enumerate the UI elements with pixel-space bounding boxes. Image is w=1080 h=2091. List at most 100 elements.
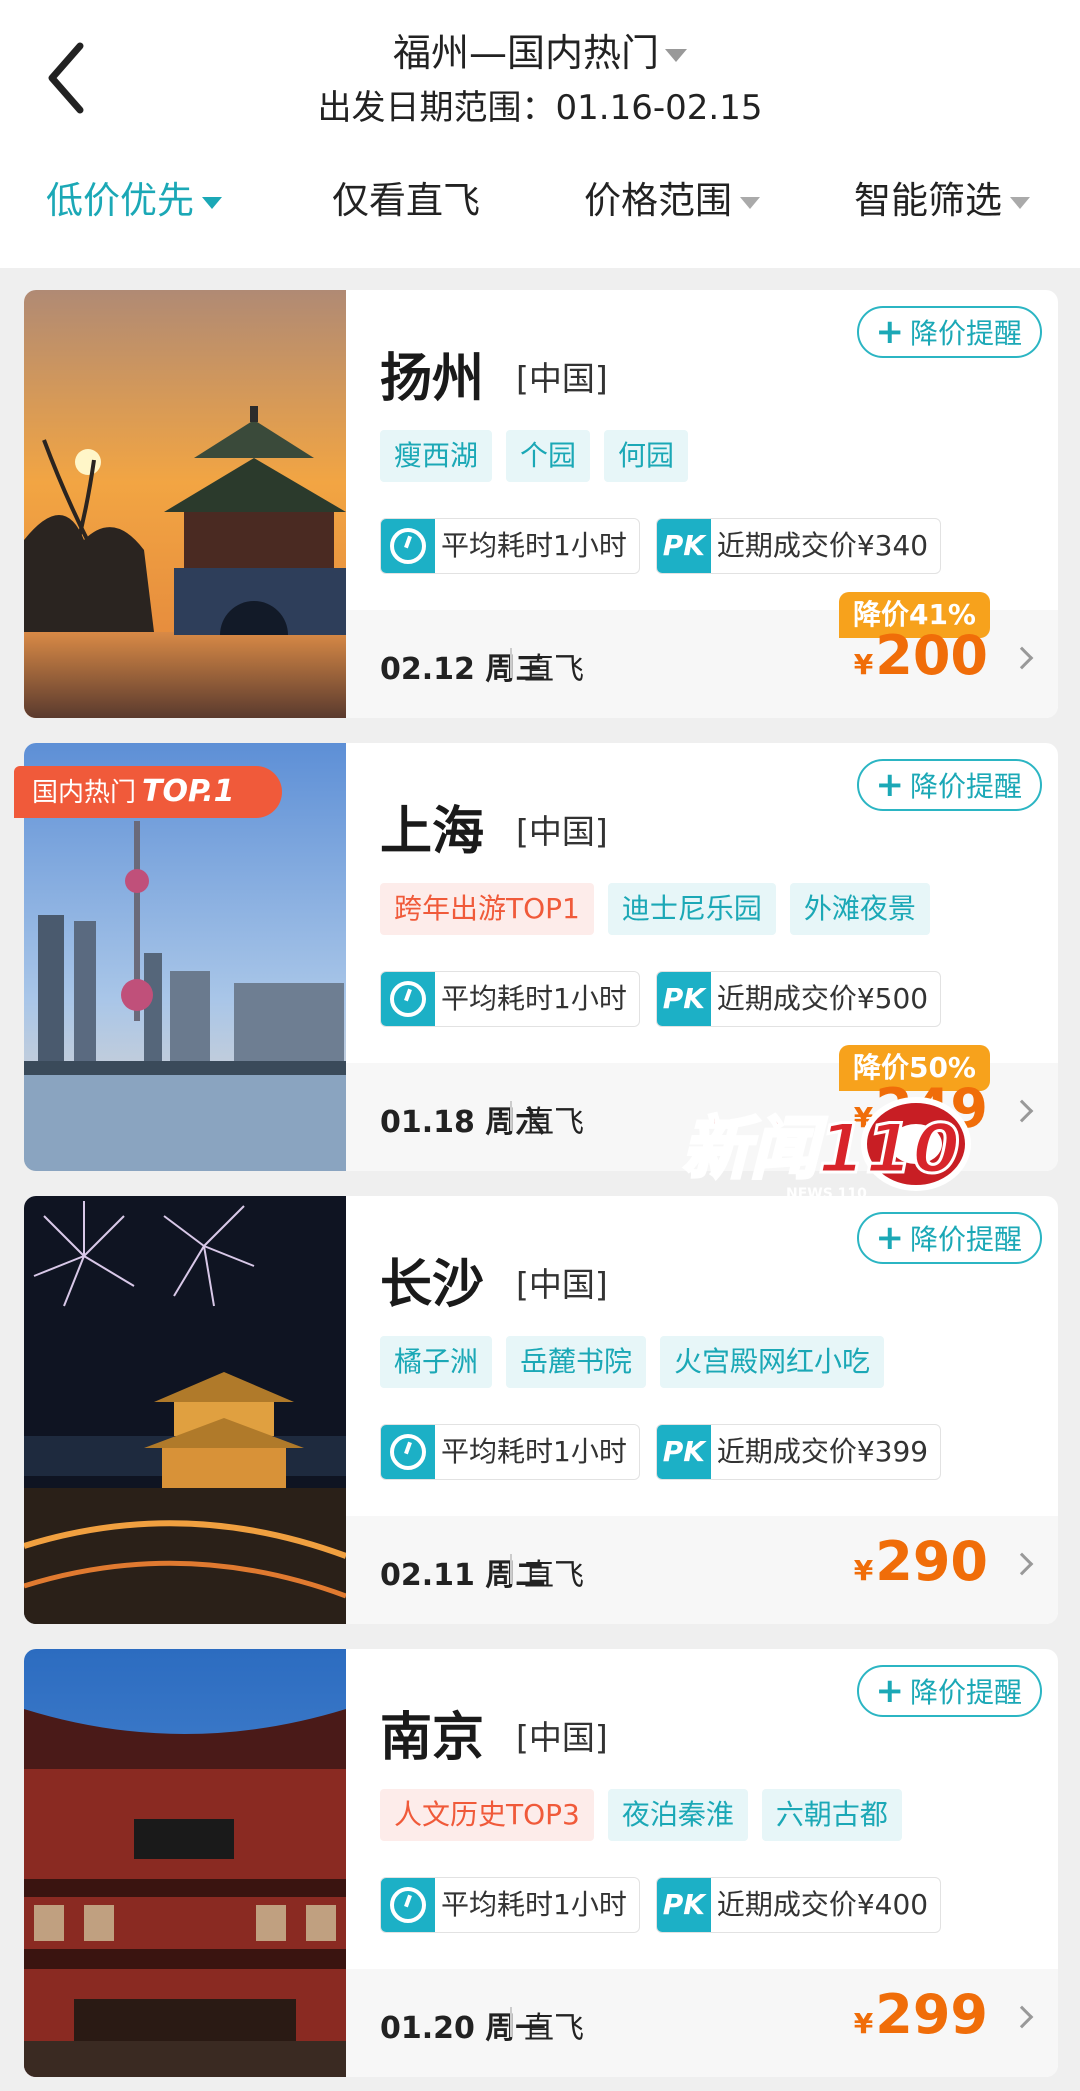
tag: 夜泊秦淮 bbox=[607, 1789, 748, 1841]
filter-label: 价格范围 bbox=[584, 179, 732, 222]
tag: 何园 bbox=[604, 430, 689, 482]
flight-type: 直飞 bbox=[524, 2011, 584, 2046]
flight-row[interactable]: 01.20 周一 直飞 ¥299 bbox=[346, 1969, 1058, 2077]
city-name: 上海 bbox=[380, 802, 485, 862]
divider bbox=[510, 2007, 512, 2037]
avg-time-text: 平均耗时1小时 bbox=[441, 1435, 627, 1468]
flight-type: 直飞 bbox=[524, 652, 584, 687]
flight-row[interactable]: 降价41% 02.12 周三 直飞 ¥200 bbox=[346, 592, 1058, 718]
avg-time-text: 平均耗时1小时 bbox=[441, 529, 627, 562]
pk-icon: PK bbox=[656, 519, 711, 573]
tag: 迪士尼乐园 bbox=[607, 883, 776, 935]
chevron-right-icon bbox=[1010, 1099, 1034, 1123]
recent-price-pill: PK 近期成交价¥400 bbox=[655, 1877, 942, 1933]
clock-icon bbox=[381, 1425, 435, 1479]
chevron-down-icon bbox=[202, 196, 222, 209]
tag: 外滩夜景 bbox=[789, 883, 930, 935]
price-value: 200 bbox=[875, 624, 988, 687]
tag-list: 跨年出游TOP1 迪士尼乐园 外滩夜景 bbox=[380, 883, 944, 935]
avg-time-text: 平均耗时1小时 bbox=[441, 1888, 627, 1921]
chevron-down-icon bbox=[1010, 196, 1030, 209]
card-info: 长沙 [中国] + 降价提醒 橘子洲 岳麓书院 火宫殿网红小吃 平均耗时1小时 PK 近期… bbox=[346, 1196, 1058, 1624]
divider bbox=[510, 1554, 512, 1584]
avg-time-pill: 平均耗时1小时 bbox=[380, 1424, 640, 1480]
price-alert-button[interactable]: + 降价提醒 bbox=[857, 759, 1042, 811]
chevron-right-icon bbox=[1010, 646, 1034, 670]
destination-card-changsha[interactable]: 长沙 [中国] + 降价提醒 橘子洲 岳麓书院 火宫殿网红小吃 平均耗时1小时 PK 近期… bbox=[24, 1196, 1058, 1624]
recent-price-text: 近期成交价¥340 bbox=[716, 529, 929, 562]
destination-card-yangzhou[interactable]: 扬州 [中国] + 降价提醒 瘦西湖 个园 何园 平均耗时1小时 PK 近期成交价¥340… bbox=[24, 290, 1058, 718]
price: ¥290 bbox=[854, 1530, 988, 1593]
date-range: 出发日期范围：01.16-02.15 bbox=[317, 88, 763, 128]
filter-direct-only[interactable]: 仅看直飞 bbox=[332, 170, 480, 224]
flight-type: 直飞 bbox=[524, 1558, 584, 1593]
info-row: 平均耗时1小时 PK 近期成交价¥340 bbox=[380, 518, 957, 574]
price-alert-label: 降价提醒 bbox=[909, 770, 1022, 803]
tag-list: 瘦西湖 个园 何园 bbox=[380, 430, 702, 482]
chevron-down-icon bbox=[665, 49, 687, 62]
flight-date: 01.20 周一 bbox=[380, 2011, 546, 2046]
country-label: [中国] bbox=[516, 359, 608, 398]
price-alert-button[interactable]: + 降价提醒 bbox=[857, 306, 1042, 358]
country-label: [中国] bbox=[516, 812, 608, 851]
price: ¥200 bbox=[854, 624, 988, 687]
flight-row[interactable]: 02.11 周二 直飞 ¥290 bbox=[346, 1516, 1058, 1624]
city-name: 长沙 bbox=[380, 1255, 485, 1315]
recent-price-text: 近期成交价¥400 bbox=[716, 1888, 929, 1921]
price-alert-button[interactable]: + 降价提醒 bbox=[857, 1212, 1042, 1264]
plus-icon: + bbox=[875, 1218, 904, 1258]
top-bar: 福州—国内热门 出发日期范围：01.16-02.15 低价优先 仅看直飞 价格范… bbox=[0, 0, 1080, 268]
divider bbox=[510, 648, 512, 678]
flight-date: 01.18 周六 bbox=[380, 1105, 546, 1140]
card-info: 南京 [中国] + 降价提醒 人文历史TOP3 夜泊秦淮 六朝古都 平均耗时1小时 PK… bbox=[346, 1649, 1058, 2077]
flight-date: 02.11 周二 bbox=[380, 1558, 546, 1593]
destination-card-nanjing[interactable]: 南京 [中国] + 降价提醒 人文历史TOP3 夜泊秦淮 六朝古都 平均耗时1小时 PK… bbox=[24, 1649, 1058, 2077]
tag: 橘子洲 bbox=[380, 1336, 493, 1388]
destination-photo bbox=[24, 1196, 346, 1624]
tag: 个园 bbox=[506, 430, 591, 482]
filter-label: 仅看直飞 bbox=[332, 179, 480, 222]
route-title: 福州—国内热门 bbox=[392, 31, 659, 75]
info-row: 平均耗时1小时 PK 近期成交价¥400 bbox=[380, 1877, 957, 1933]
filter-bar: 低价优先 仅看直飞 价格范围 智能筛选 bbox=[0, 170, 1080, 234]
plus-icon: + bbox=[875, 312, 904, 352]
avg-time-pill: 平均耗时1小时 bbox=[380, 971, 640, 1027]
filter-price-range[interactable]: 价格范围 bbox=[584, 170, 760, 224]
divider bbox=[510, 1101, 512, 1131]
tag-list: 人文历史TOP3 夜泊秦淮 六朝古都 bbox=[380, 1789, 916, 1841]
tag: 瘦西湖 bbox=[380, 430, 493, 482]
filter-label: 低价优先 bbox=[46, 179, 194, 222]
country-label: [中国] bbox=[516, 1718, 608, 1757]
price-alert-label: 降价提醒 bbox=[909, 1223, 1022, 1256]
recent-price-pill: PK 近期成交价¥399 bbox=[655, 1424, 942, 1480]
tag-list: 橘子洲 岳麓书院 火宫殿网红小吃 bbox=[380, 1336, 898, 1388]
recent-price-pill: PK 近期成交价¥500 bbox=[655, 971, 942, 1027]
tag: 岳麓书院 bbox=[506, 1336, 647, 1388]
destination-photo bbox=[24, 1649, 346, 2077]
pk-icon: PK bbox=[656, 1878, 711, 1932]
avg-time-text: 平均耗时1小时 bbox=[441, 982, 627, 1015]
currency-symbol: ¥ bbox=[853, 2007, 874, 2040]
price-alert-button[interactable]: + 降价提醒 bbox=[857, 1665, 1042, 1717]
flight-type: 直飞 bbox=[524, 1105, 584, 1140]
route-selector[interactable]: 福州—国内热门 bbox=[0, 22, 1080, 77]
news-watermark-logo: 新闻110 NEWS 110 bbox=[676, 1082, 972, 1206]
info-row: 平均耗时1小时 PK 近期成交价¥399 bbox=[380, 1424, 957, 1480]
clock-icon bbox=[381, 519, 435, 573]
price-value: 299 bbox=[875, 1983, 988, 2046]
flight-date: 02.12 周三 bbox=[380, 652, 546, 687]
tag: 火宫殿网红小吃 bbox=[660, 1336, 885, 1388]
rank-badge: 国内热门 TOP.1 bbox=[14, 766, 282, 818]
clock-icon bbox=[381, 972, 435, 1026]
chevron-right-icon bbox=[1010, 1552, 1034, 1576]
filter-label: 智能筛选 bbox=[854, 179, 1002, 222]
filter-low-price[interactable]: 低价优先 bbox=[46, 170, 222, 224]
filter-smart[interactable]: 智能筛选 bbox=[854, 170, 1030, 224]
rank-badge-rank: TOP.1 bbox=[142, 774, 235, 809]
card-info: 扬州 [中国] + 降价提醒 瘦西湖 个园 何园 平均耗时1小时 PK 近期成交价¥340… bbox=[346, 290, 1058, 718]
avg-time-pill: 平均耗时1小时 bbox=[380, 518, 640, 574]
chevron-right-icon bbox=[1010, 2005, 1034, 2029]
info-row: 平均耗时1小时 PK 近期成交价¥500 bbox=[380, 971, 957, 1027]
country-label: [中国] bbox=[516, 1265, 608, 1304]
plus-icon: + bbox=[875, 765, 904, 805]
